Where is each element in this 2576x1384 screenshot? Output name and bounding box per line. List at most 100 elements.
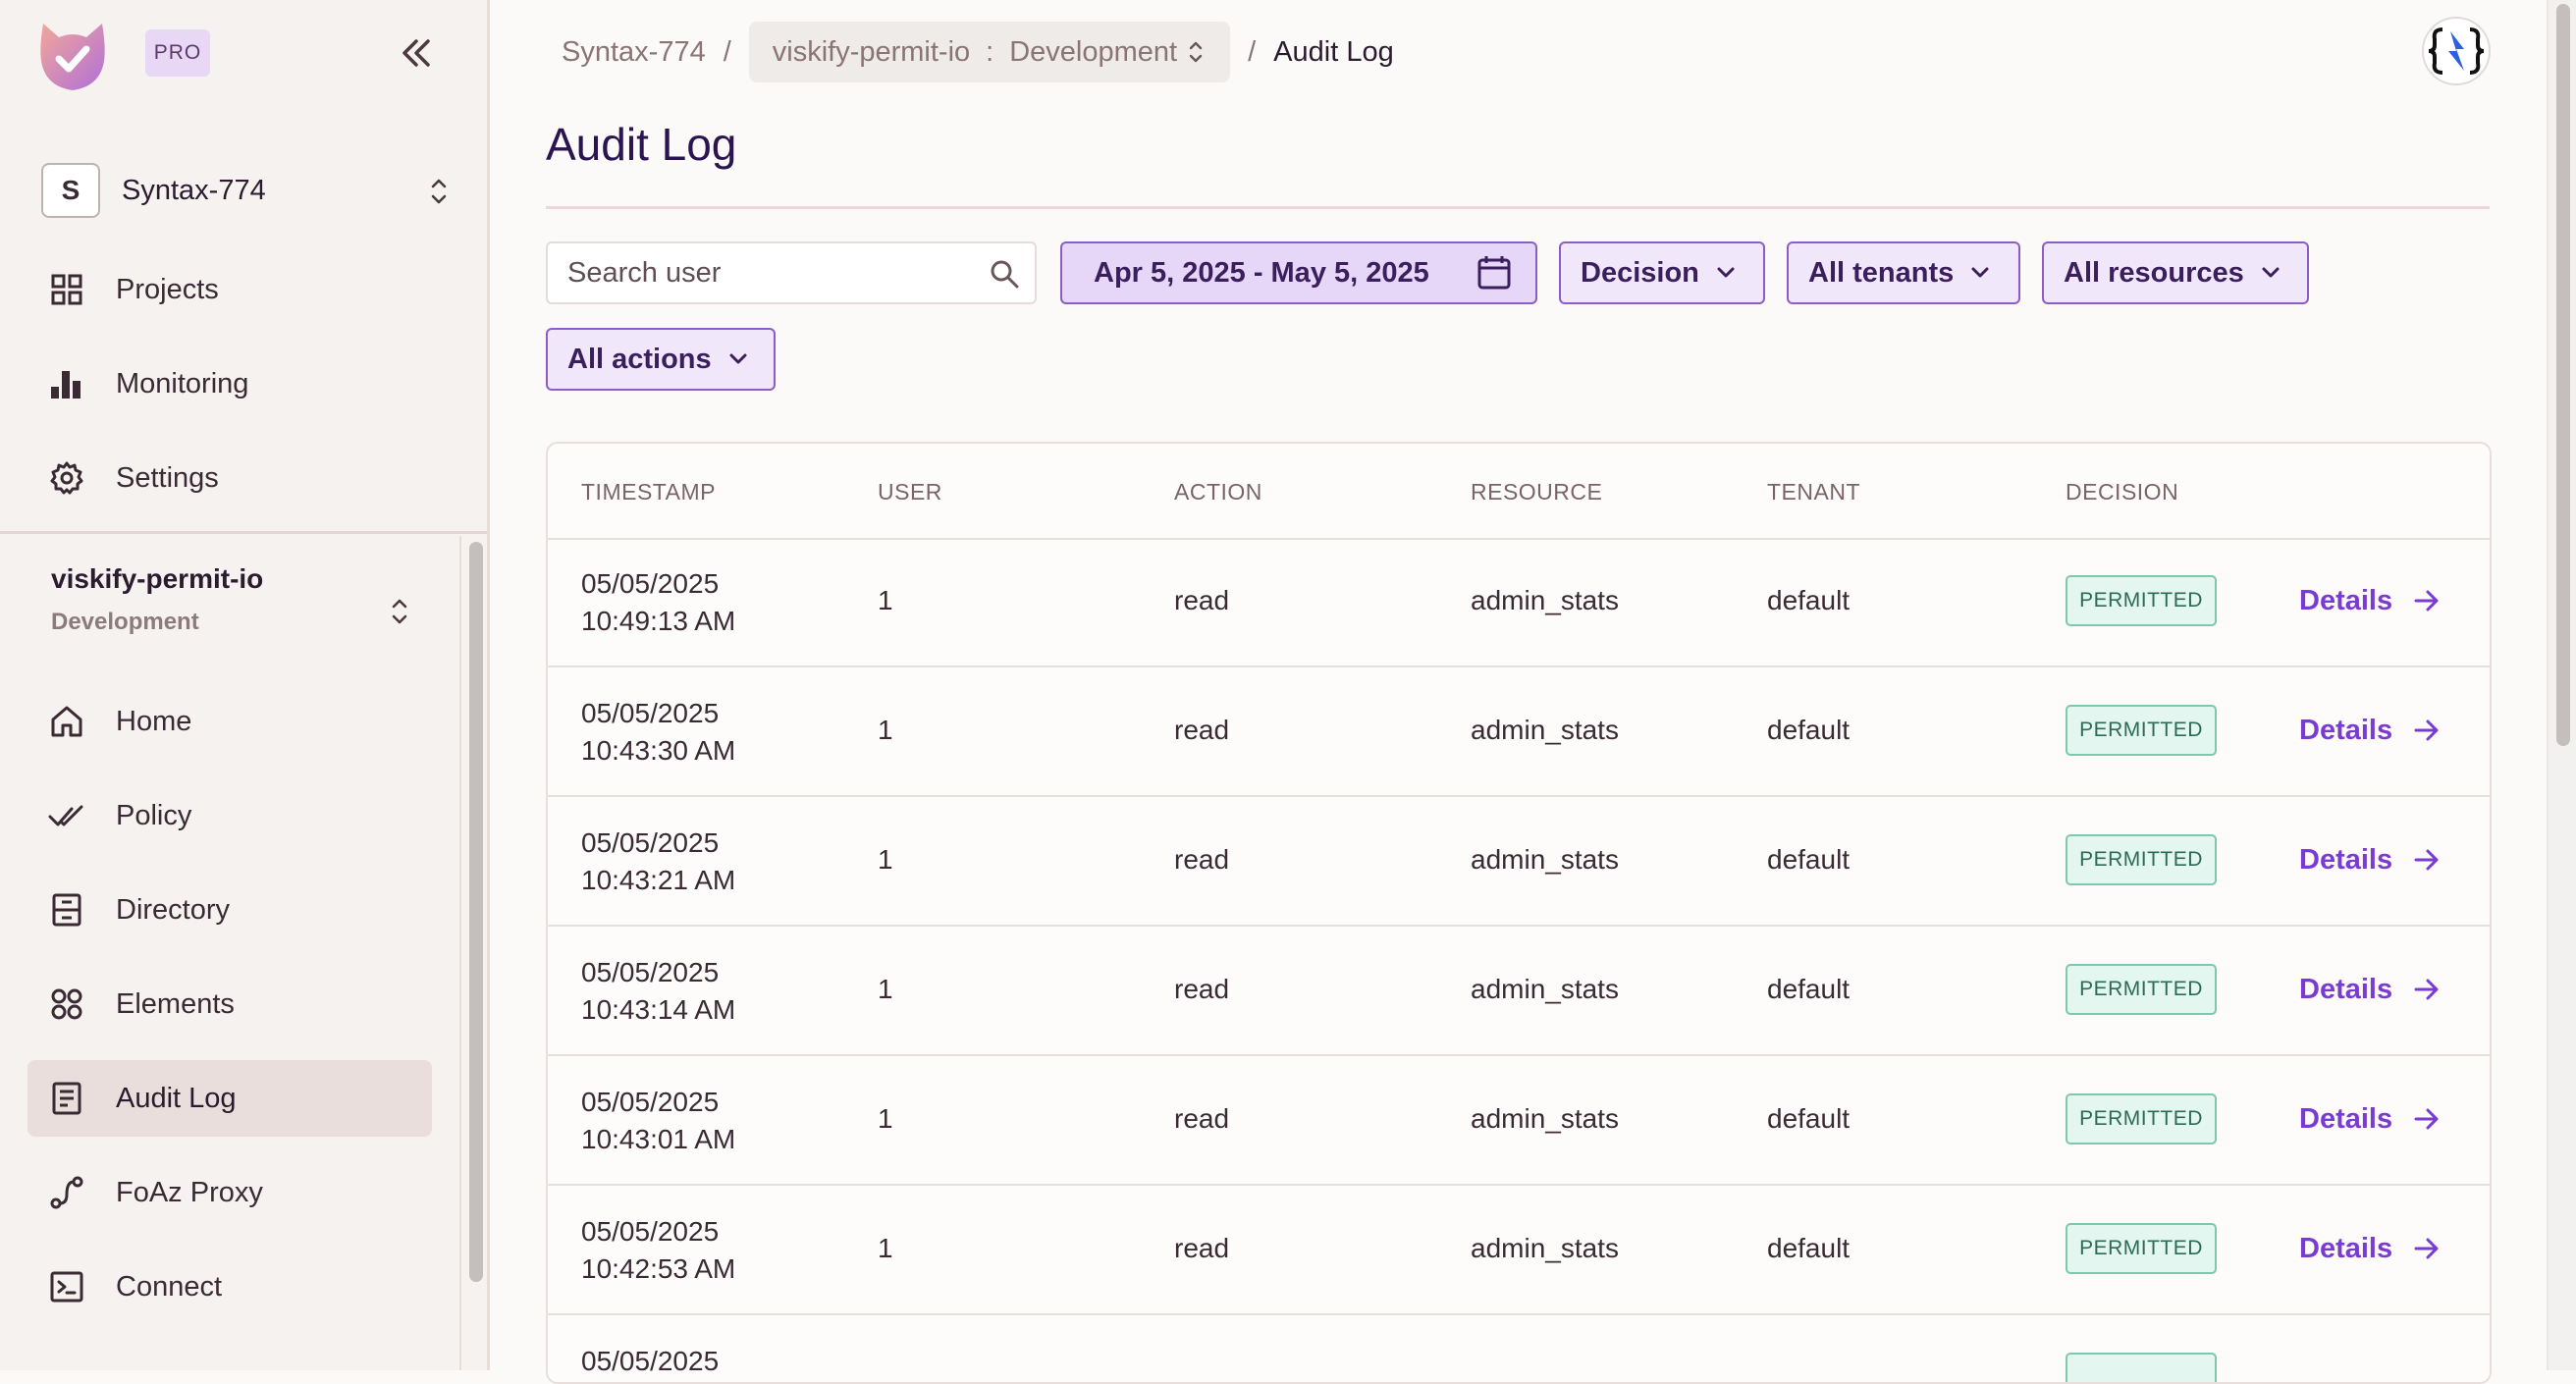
tenant-cell: default bbox=[1767, 1103, 1851, 1134]
bar-chart-icon bbox=[47, 364, 86, 403]
table-row[interactable]: 05/05/2025 10:43:14 AM 1 read admin_stats def… bbox=[548, 927, 2490, 1056]
sidebar-item-label: FoAz Proxy bbox=[116, 1176, 263, 1208]
terminal-icon bbox=[47, 1267, 86, 1306]
table-row[interactable]: 05/05/2025 bbox=[548, 1315, 2490, 1382]
permit-logo-icon[interactable] bbox=[35, 18, 110, 92]
breadcrumb-project: viskify-permit-io bbox=[772, 35, 971, 68]
user-cell: 1 bbox=[878, 974, 893, 1004]
decision-badge: PERMITTED bbox=[2066, 705, 2217, 756]
title-divider bbox=[546, 206, 2490, 209]
sidebar-item-elements[interactable]: Elements bbox=[27, 966, 432, 1042]
timestamp-date: 05/05/2025 bbox=[581, 698, 720, 728]
sidebar-item-foaz-proxy[interactable]: FoAz Proxy bbox=[27, 1154, 432, 1231]
search-icon[interactable] bbox=[988, 257, 1021, 291]
tenant-cell: default bbox=[1767, 974, 1851, 1004]
action-cell: read bbox=[1174, 1233, 1230, 1263]
sidebar-item-projects[interactable]: Projects bbox=[27, 251, 432, 328]
tenants-filter-dropdown[interactable]: All tenants bbox=[1787, 241, 2020, 304]
arrow-right-icon bbox=[2414, 849, 2439, 871]
details-link[interactable]: Details bbox=[2299, 966, 2442, 1013]
decision-badge: PERMITTED bbox=[2066, 834, 2217, 885]
decision-filter-dropdown[interactable]: Decision bbox=[1559, 241, 1765, 304]
timestamp-date: 05/05/2025 bbox=[581, 1087, 720, 1117]
gear-icon bbox=[47, 458, 86, 498]
breadcrumb-colon: : bbox=[986, 35, 994, 68]
resources-filter-label: All resources bbox=[2064, 256, 2244, 289]
timestamp-time: 10:43:14 AM bbox=[581, 994, 736, 1025]
sidebar-item-label: Policy bbox=[116, 799, 192, 831]
decision-badge: PERMITTED bbox=[2066, 964, 2217, 1015]
resource-cell: admin_stats bbox=[1471, 844, 1619, 875]
column-header-user: USER bbox=[878, 479, 942, 505]
table-row[interactable]: 05/05/2025 10:43:30 AM 1 read admin_stats def… bbox=[548, 667, 2490, 797]
details-link[interactable]: Details bbox=[2299, 1225, 2442, 1272]
user-avatar-icon[interactable] bbox=[2421, 16, 2492, 86]
scrollbar-thumb[interactable] bbox=[2556, 4, 2570, 746]
details-link[interactable]: Details bbox=[2299, 707, 2442, 754]
sidebar-item-connect[interactable]: Connect bbox=[27, 1249, 432, 1325]
action-cell: read bbox=[1174, 974, 1230, 1004]
search-user-field[interactable] bbox=[546, 241, 1037, 304]
table-row[interactable]: 05/05/2025 10:43:21 AM 1 read admin_stats def… bbox=[548, 797, 2490, 927]
table-row[interactable]: 05/05/2025 10:42:53 AM 1 read admin_stats def… bbox=[548, 1186, 2490, 1315]
timestamp-date: 05/05/2025 bbox=[581, 1216, 720, 1247]
arrow-right-icon bbox=[2414, 1238, 2439, 1259]
sidebar-divider bbox=[0, 531, 487, 534]
resource-cell: admin_stats bbox=[1471, 1233, 1619, 1263]
sidebar-item-label: Elements bbox=[116, 987, 235, 1020]
sidebar-item-label: Monitoring bbox=[116, 367, 249, 399]
table-row[interactable]: 05/05/2025 10:49:13 AM 1 read admin_stats def… bbox=[548, 538, 2490, 667]
details-label: Details bbox=[2299, 973, 2393, 1005]
scrollbar-thumb[interactable] bbox=[469, 542, 483, 1282]
resource-cell: admin_stats bbox=[1471, 974, 1619, 1004]
breadcrumb-current: Audit Log bbox=[1273, 35, 1394, 68]
resource-cell: admin_stats bbox=[1471, 585, 1619, 615]
org-selector[interactable]: S Syntax-774 bbox=[41, 161, 454, 220]
tenant-cell: default bbox=[1767, 1233, 1851, 1263]
chevron-up-down-icon bbox=[392, 599, 407, 624]
collapse-sidebar-icon[interactable] bbox=[397, 35, 436, 71]
sidebar-item-policy[interactable]: Policy bbox=[27, 777, 432, 854]
decision-badge: PERMITTED bbox=[2066, 575, 2217, 626]
elements-icon bbox=[47, 985, 86, 1024]
page-scrollbar[interactable] bbox=[2547, 0, 2576, 1370]
double-check-icon bbox=[47, 796, 86, 835]
user-cell: 1 bbox=[878, 844, 893, 875]
search-user-input[interactable] bbox=[565, 255, 962, 291]
sidebar-item-audit-log[interactable]: Audit Log bbox=[27, 1060, 432, 1137]
breadcrumb-separator: / bbox=[1248, 35, 1257, 68]
details-link[interactable]: Details bbox=[2299, 1095, 2442, 1143]
column-header-decision: DECISION bbox=[2066, 479, 2179, 505]
actions-filter-dropdown[interactable]: All actions bbox=[546, 328, 776, 391]
table-row[interactable]: 05/05/2025 10:43:01 AM 1 read admin_stats def… bbox=[548, 1056, 2490, 1186]
details-label: Details bbox=[2299, 714, 2393, 746]
sidebar-item-monitoring[interactable]: Monitoring bbox=[27, 346, 432, 422]
column-header-action: ACTION bbox=[1174, 479, 1262, 505]
sidebar-scrollbar[interactable] bbox=[459, 536, 487, 1370]
breadcrumb-project-env-selector[interactable]: viskify-permit-io : Development bbox=[748, 22, 1231, 82]
date-range-picker[interactable]: Apr 5, 2025 - May 5, 2025 bbox=[1060, 241, 1537, 304]
environment-selector[interactable]: viskify-permit-io Development bbox=[51, 563, 414, 654]
sidebar-item-settings[interactable]: Settings bbox=[27, 440, 432, 516]
details-link[interactable]: Details bbox=[2299, 836, 2442, 883]
details-label: Details bbox=[2299, 584, 2393, 616]
tenant-cell: default bbox=[1767, 715, 1851, 745]
sidebar-item-home[interactable]: Home bbox=[27, 683, 432, 760]
user-cell: 1 bbox=[878, 715, 893, 745]
sidebar-item-label: Settings bbox=[116, 461, 219, 494]
breadcrumb-org[interactable]: Syntax-774 bbox=[562, 36, 706, 69]
action-cell: read bbox=[1174, 844, 1230, 875]
timestamp-cell: 05/05/2025 10:49:13 AM bbox=[581, 565, 735, 640]
environment-name: Development bbox=[51, 609, 199, 635]
action-cell: read bbox=[1174, 585, 1230, 615]
calendar-icon bbox=[1477, 256, 1511, 290]
chevron-down-icon bbox=[1717, 267, 1735, 278]
details-link[interactable]: Details bbox=[2299, 577, 2442, 624]
actions-filter-label: All actions bbox=[567, 343, 712, 375]
table-header: TIMESTAMP USER ACTION RESOURCE TENANT DE… bbox=[548, 444, 2490, 540]
sidebar-item-directory[interactable]: Directory bbox=[27, 872, 432, 948]
project-name: viskify-permit-io bbox=[51, 563, 264, 594]
resources-filter-dropdown[interactable]: All resources bbox=[2042, 241, 2309, 304]
timestamp-time: 10:42:53 AM bbox=[581, 1253, 736, 1284]
pro-badge: PRO bbox=[145, 29, 210, 77]
